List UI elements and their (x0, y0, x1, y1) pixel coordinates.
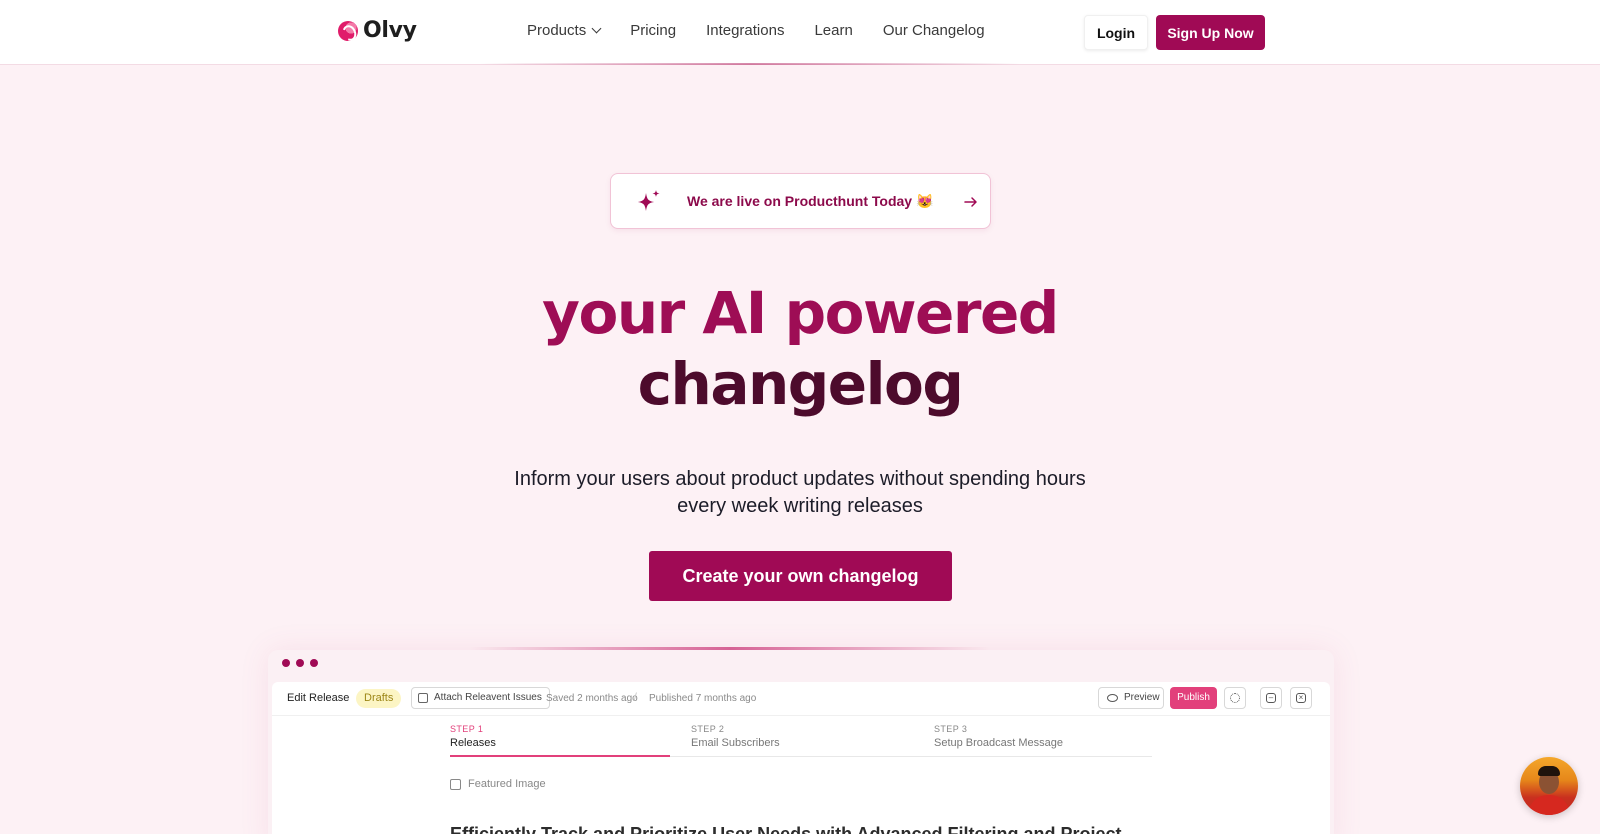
minimize-icon: – (1266, 693, 1276, 703)
nav-item-integrations[interactable]: Integrations (706, 22, 784, 39)
nav-item-learn[interactable]: Learn (814, 22, 852, 39)
announcement-text: We are live on Producthunt Today 😻 (687, 193, 934, 209)
nav-item-label: Learn (814, 22, 853, 39)
avatar-hair (1538, 766, 1560, 776)
nav-item-label: Integrations (706, 22, 785, 39)
step-label: Email Subscribers (691, 737, 780, 749)
window-dot (282, 659, 290, 667)
minimize-button[interactable]: – (1260, 687, 1282, 709)
nav-item-label: Pricing (630, 22, 677, 39)
site-header: Olvy Products Pricing Integrations Learn… (0, 0, 1600, 65)
app-preview-window: Edit Release Drafts Attach Releavent Iss… (268, 650, 1334, 834)
step-label: Setup Broadcast Message (934, 737, 1064, 749)
eye-icon (1107, 694, 1118, 702)
preview-button[interactable]: Preview (1098, 687, 1164, 709)
active-step-indicator (450, 755, 670, 757)
brand-logo[interactable]: Olvy (338, 18, 417, 43)
main-nav: Products Pricing Integrations Learn Our … (527, 22, 985, 39)
step-email-subscribers[interactable]: STEP 2 Email Subscribers (691, 724, 780, 749)
nav-item-pricing[interactable]: Pricing (630, 22, 676, 39)
nav-item-products[interactable]: Products (527, 22, 602, 39)
step-number: STEP 3 (934, 724, 968, 734)
step-broadcast-message[interactable]: STEP 3 Setup Broadcast Message (934, 724, 1063, 749)
create-changelog-button[interactable]: Create your own changelog (649, 551, 952, 601)
edit-release-title: Edit Release (287, 692, 350, 704)
featured-image-label: Featured Image (468, 778, 546, 790)
signup-button[interactable]: Sign Up Now (1156, 15, 1265, 50)
chevron-down-icon (591, 23, 602, 34)
image-icon (450, 779, 461, 790)
attach-issues-button[interactable]: Attach Releavent Issues (411, 687, 550, 709)
attach-issues-label: Attach Releavent Issues (434, 692, 542, 703)
step-number: STEP 1 (450, 724, 484, 734)
nav-item-label: Products (527, 22, 587, 39)
arrow-right-icon (964, 197, 977, 207)
release-editor: Edit Release Drafts Attach Releavent Iss… (272, 682, 1330, 834)
step-number: STEP 2 (691, 724, 725, 734)
hero-subtitle: Inform your users about product updates … (514, 468, 1086, 517)
close-button[interactable]: × (1290, 687, 1312, 709)
saved-timestamp: Saved 2 months ago (546, 693, 638, 704)
publish-button[interactable]: Publish (1170, 687, 1217, 709)
window-dot (310, 659, 318, 667)
close-icon: × (1296, 693, 1306, 703)
timestamp-separator: / (634, 692, 637, 703)
step-releases[interactable]: STEP 1 Releases (450, 724, 496, 749)
settings-button[interactable] (1224, 687, 1246, 709)
olvy-logo-icon (338, 20, 358, 41)
published-timestamp: Published 7 months ago (649, 693, 757, 704)
window-dots (282, 659, 318, 667)
hero-title-line2: changelog (637, 350, 964, 418)
issues-icon (418, 693, 428, 703)
window-dot (296, 659, 304, 667)
editor-toolbar: Edit Release Drafts Attach Releavent Iss… (272, 682, 1330, 716)
status-badge: Drafts (356, 689, 402, 708)
nav-item-changelog[interactable]: Our Changelog (883, 22, 985, 39)
producthunt-announcement[interactable]: We are live on Producthunt Today 😻 (610, 173, 991, 229)
release-title[interactable]: Efficiently Track and Prioritize User Ne… (450, 824, 1122, 834)
preview-label: Preview (1124, 692, 1160, 703)
hero-title-line1: your AI powered (542, 279, 1059, 347)
gear-icon (1230, 693, 1240, 703)
avatar-body (1528, 795, 1570, 815)
nav-item-label: Our Changelog (882, 22, 985, 39)
login-button[interactable]: Login (1084, 15, 1148, 50)
brand-name: Olvy (363, 18, 417, 43)
sparkle-icon (638, 190, 660, 211)
chat-support-avatar[interactable] (1520, 757, 1578, 815)
step-label: Releases (450, 737, 496, 749)
featured-image-button[interactable]: Featured Image (450, 778, 546, 790)
header-divider-glow (480, 63, 1020, 65)
